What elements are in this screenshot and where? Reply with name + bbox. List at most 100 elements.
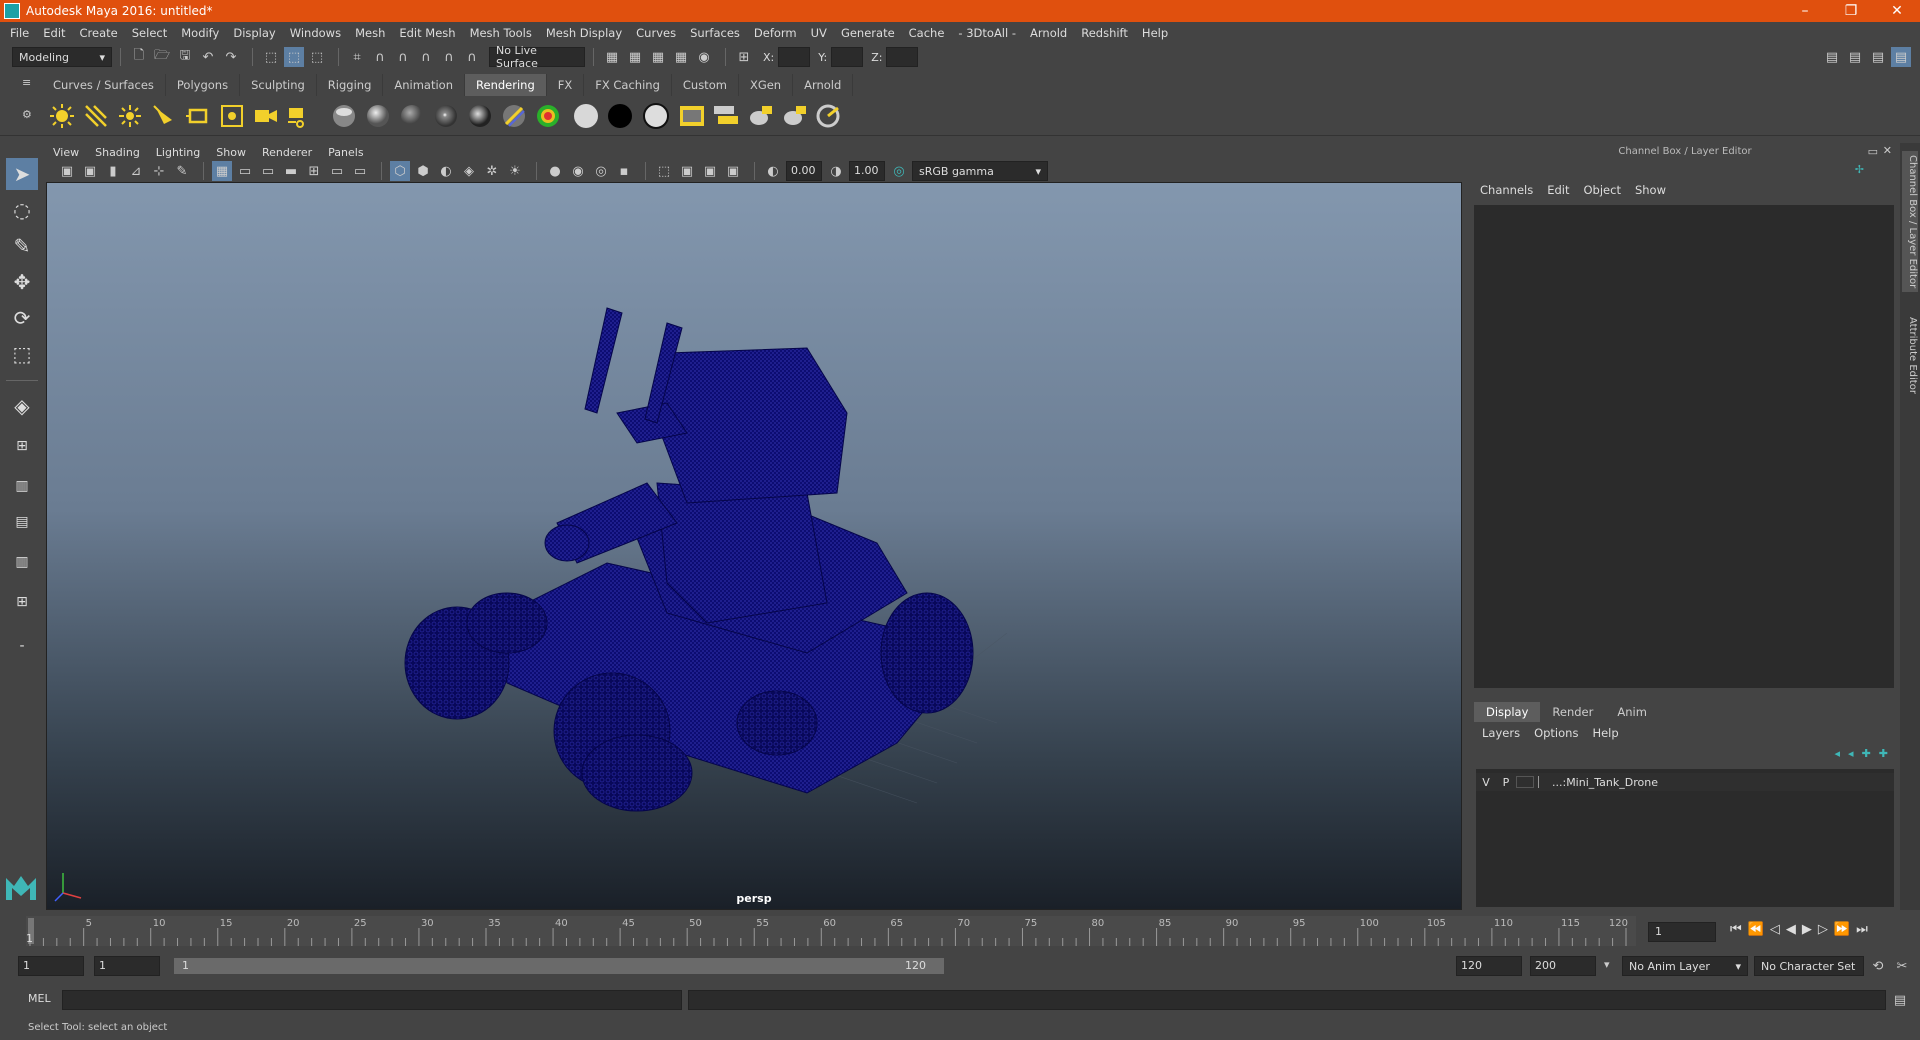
snap-live-icon[interactable]: ∩ bbox=[439, 47, 459, 67]
go-to-start-icon[interactable]: ⏮ bbox=[1730, 922, 1742, 937]
shelf-tab-custom[interactable]: Custom bbox=[672, 74, 739, 96]
render-image-icon[interactable] bbox=[678, 102, 706, 130]
step-forward-key-icon[interactable]: ⏩ bbox=[1834, 922, 1850, 937]
shelf-settings-icon[interactable]: ⚙ bbox=[22, 108, 32, 121]
save-scene-icon[interactable]: 🖫 bbox=[175, 47, 195, 67]
anim-layer-dropdown[interactable]: No Anim Layer ▾ bbox=[1622, 956, 1748, 976]
undo-icon[interactable]: ↶ bbox=[198, 47, 218, 67]
image-plane-icon[interactable]: ⊿ bbox=[126, 161, 146, 181]
area-light-icon[interactable] bbox=[184, 102, 212, 130]
perspective-viewport[interactable]: persp bbox=[46, 182, 1462, 910]
paint-select-tool-icon[interactable]: ✎ bbox=[6, 230, 38, 262]
shelf-tab-animation[interactable]: Animation bbox=[383, 74, 466, 96]
menu-set-dropdown[interactable]: Modeling ▾ bbox=[12, 47, 112, 67]
select-component-icon[interactable]: ⬚ bbox=[307, 47, 327, 67]
grease-pencil-icon[interactable]: ✎ bbox=[172, 161, 192, 181]
render-settings-icon[interactable]: ▦ bbox=[671, 47, 691, 67]
channel-box-menu-channels[interactable]: Channels bbox=[1480, 183, 1533, 197]
play-forwards-icon[interactable]: ▶ bbox=[1802, 922, 1812, 937]
material-layered-icon[interactable] bbox=[500, 102, 528, 130]
render-view-icon[interactable]: ▦ bbox=[602, 47, 622, 67]
material-anisotropic-icon[interactable] bbox=[330, 102, 358, 130]
spot-light-icon[interactable] bbox=[150, 102, 178, 130]
current-frame-input[interactable]: 1 bbox=[1648, 922, 1716, 942]
material-lambert-icon[interactable] bbox=[398, 102, 426, 130]
menu-help[interactable]: Help bbox=[1142, 26, 1168, 40]
manipulator-icon[interactable]: ✢ bbox=[1855, 163, 1864, 176]
attribute-editor-toggle-icon[interactable]: ▤ bbox=[1845, 47, 1865, 67]
hypershade-layout-icon[interactable]: ⊞ bbox=[6, 586, 38, 618]
menu-edit-mesh[interactable]: Edit Mesh bbox=[399, 26, 455, 40]
menu-redshift[interactable]: Redshift bbox=[1081, 26, 1128, 40]
shelf-tab-sculpting[interactable]: Sculpting bbox=[240, 74, 317, 96]
dope-sheet-layout-icon[interactable]: ▥ bbox=[6, 546, 38, 578]
rotate-tool-icon[interactable]: ⟳ bbox=[6, 302, 38, 334]
step-back-frame-icon[interactable]: ◁ bbox=[1770, 922, 1780, 937]
menu-mesh[interactable]: Mesh bbox=[355, 26, 385, 40]
play-backwards-icon[interactable]: ◀ bbox=[1786, 922, 1796, 937]
channel-box-area[interactable] bbox=[1474, 205, 1894, 688]
menu-edit[interactable]: Edit bbox=[43, 26, 65, 40]
new-layer-selected-icon[interactable]: ✚ bbox=[1879, 747, 1888, 760]
layer-editor-tab-render[interactable]: Render bbox=[1540, 702, 1605, 722]
restore-button[interactable]: ❐ bbox=[1828, 0, 1874, 22]
script-language-label[interactable]: MEL bbox=[28, 992, 51, 1005]
shelf-menu-icon[interactable]: ≡ bbox=[22, 76, 31, 89]
new-scene-icon[interactable]: 🗋 bbox=[129, 47, 149, 67]
point-light-icon[interactable] bbox=[116, 102, 144, 130]
scale-tool-icon[interactable]: ⬚ bbox=[6, 338, 38, 370]
gate-mask-icon[interactable]: ▬ bbox=[281, 161, 301, 181]
channel-box-menu-object[interactable]: Object bbox=[1584, 183, 1621, 197]
gamma-input[interactable]: 1.00 bbox=[849, 161, 885, 181]
step-forward-frame-icon[interactable]: ▷ bbox=[1818, 922, 1828, 937]
go-to-end-icon[interactable]: ⏭ bbox=[1856, 922, 1868, 937]
select-tool-icon[interactable]: ➤ bbox=[6, 158, 38, 190]
y-input[interactable] bbox=[831, 47, 864, 67]
menu-display[interactable]: Display bbox=[233, 26, 275, 40]
menu-curves[interactable]: Curves bbox=[636, 26, 676, 40]
motion-blur-icon[interactable]: ◉ bbox=[568, 161, 588, 181]
outliner-layout-icon[interactable]: ▥ bbox=[6, 470, 38, 502]
shelf-tab-arnold[interactable]: Arnold bbox=[793, 74, 854, 96]
material-blinn-icon[interactable] bbox=[364, 102, 392, 130]
magnet-icon[interactable]: ∩ bbox=[462, 47, 482, 67]
shelf-tab-fx[interactable]: FX bbox=[547, 74, 585, 96]
layer-name[interactable]: ...:Mini_Tank_Drone bbox=[1552, 776, 1658, 789]
ipr-render-icon[interactable]: ▦ bbox=[648, 47, 668, 67]
xray-joints-icon[interactable]: ▣ bbox=[723, 161, 743, 181]
viewport-menu-shading[interactable]: Shading bbox=[95, 146, 140, 159]
auto-key-icon[interactable]: ⟲ bbox=[1868, 956, 1888, 976]
layer-type-toggle[interactable] bbox=[1516, 776, 1534, 788]
close-panel-icon[interactable]: ✕ bbox=[1883, 144, 1892, 157]
open-scene-icon[interactable]: 🗁 bbox=[152, 47, 172, 67]
layer-editor-tab-display[interactable]: Display bbox=[1474, 702, 1541, 722]
smooth-shade-icon[interactable]: ⬢ bbox=[413, 161, 433, 181]
menu-3dtoall[interactable]: - 3DtoAll - bbox=[958, 26, 1016, 40]
move-layer-down-icon[interactable]: ◂ bbox=[1848, 747, 1854, 760]
animation-preferences-icon[interactable]: ✂ bbox=[1892, 956, 1912, 976]
screen-space-ao-icon[interactable]: ● bbox=[545, 161, 565, 181]
tool-settings-toggle-icon[interactable]: ▤ bbox=[1868, 47, 1888, 67]
grid-icon[interactable]: ▦ bbox=[212, 161, 232, 181]
shelf-tab-fx-caching[interactable]: FX Caching bbox=[584, 74, 672, 96]
ipr-render-teapot-icon[interactable] bbox=[780, 102, 808, 130]
hypershade-icon[interactable]: ◉ bbox=[694, 47, 714, 67]
menu-windows[interactable]: Windows bbox=[290, 26, 341, 40]
volume-light-icon[interactable] bbox=[218, 102, 246, 130]
layer-editor-tab-anim[interactable]: Anim bbox=[1605, 702, 1659, 722]
select-hierarchy-icon[interactable]: ⬚ bbox=[261, 47, 281, 67]
material-surface-icon[interactable] bbox=[642, 102, 670, 130]
material-phong-icon[interactable] bbox=[432, 102, 460, 130]
live-surface-field[interactable]: No Live Surface bbox=[489, 44, 585, 70]
playback-end-input[interactable]: 120 bbox=[1456, 956, 1522, 976]
material-black-icon[interactable] bbox=[606, 102, 634, 130]
four-view-layout-icon[interactable]: ⊞ bbox=[6, 430, 38, 462]
film-gate-icon[interactable]: ▭ bbox=[235, 161, 255, 181]
menu-arnold[interactable]: Arnold bbox=[1030, 26, 1067, 40]
menu-cache[interactable]: Cache bbox=[909, 26, 945, 40]
view-transform-dropdown[interactable]: sRGB gamma ▾ bbox=[912, 161, 1048, 181]
range-slider[interactable]: 1 120 bbox=[174, 958, 944, 974]
layer-editor-menu-options[interactable]: Options bbox=[1534, 726, 1578, 740]
channel-box-menu-show[interactable]: Show bbox=[1635, 183, 1666, 197]
layer-playback-toggle[interactable]: P bbox=[1496, 776, 1516, 789]
